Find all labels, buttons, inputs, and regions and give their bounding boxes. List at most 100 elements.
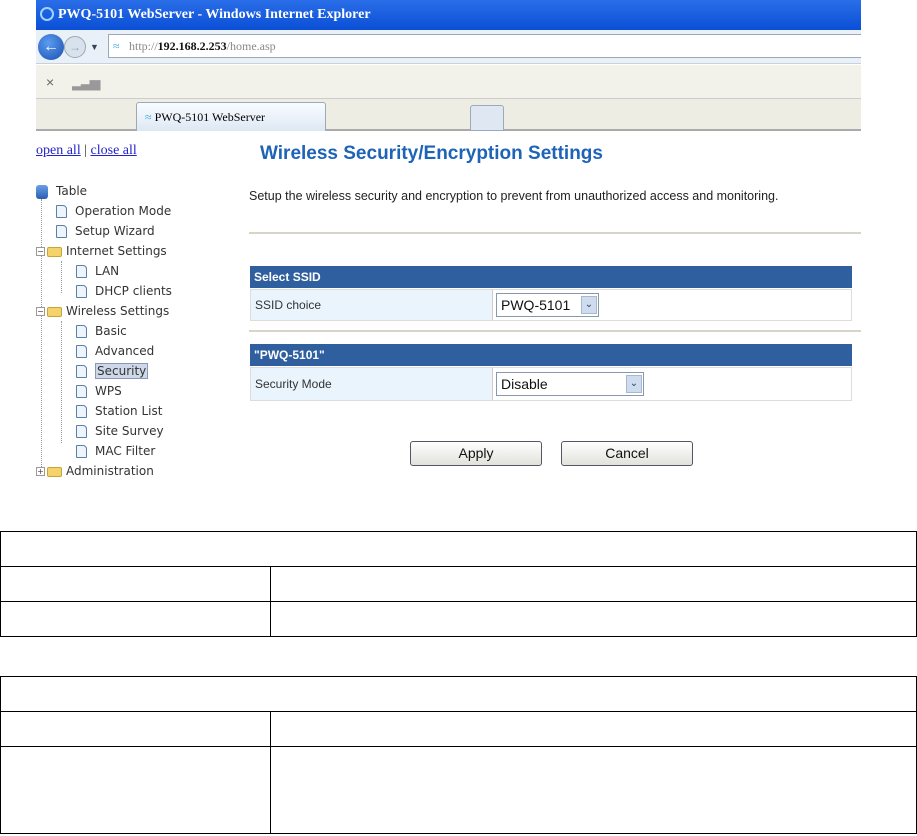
sidebar-item-wireless-settings[interactable]: − Wireless Settings bbox=[36, 301, 169, 321]
page-icon bbox=[76, 265, 87, 278]
sidebar-item-advanced[interactable]: Advanced bbox=[76, 341, 154, 361]
label: Administration bbox=[66, 464, 154, 478]
command-bar: × ▂▃▅ bbox=[36, 65, 861, 99]
table-cell bbox=[0, 711, 271, 747]
collapse-icon[interactable]: − bbox=[36, 247, 45, 256]
chevron-down-icon: ⌄ bbox=[626, 375, 642, 393]
address-path: /home.asp bbox=[226, 39, 276, 53]
sidebar-item-operation-mode[interactable]: Operation Mode bbox=[56, 201, 171, 221]
page-icon bbox=[76, 405, 87, 418]
sidebar-item-setup-wizard[interactable]: Setup Wizard bbox=[56, 221, 155, 241]
tree-root[interactable]: Table bbox=[36, 181, 87, 201]
folder-icon bbox=[47, 306, 62, 317]
label: Wireless Settings bbox=[66, 304, 170, 318]
ssid-choice-select[interactable]: PWQ-5101 ⌄ bbox=[496, 293, 599, 317]
wifi-icon: ≈ bbox=[145, 110, 152, 124]
security-mode-value: Disable bbox=[501, 376, 548, 392]
open-all-link[interactable]: open all bbox=[36, 143, 81, 158]
page-icon bbox=[76, 425, 87, 438]
window-title: PWQ-5101 WebServer - Windows Internet Ex… bbox=[58, 7, 371, 22]
page-title: Wireless Security/Encryption Settings bbox=[260, 143, 603, 164]
label: Station List bbox=[95, 404, 163, 418]
sidebar-item-mac-filter[interactable]: MAC Filter bbox=[76, 441, 155, 461]
browser-screenshot: PWQ-5101 WebServer - Windows Internet Ex… bbox=[36, 0, 861, 486]
collapse-icon[interactable]: − bbox=[36, 307, 45, 316]
page-icon bbox=[76, 325, 87, 338]
table-cell bbox=[0, 746, 271, 834]
sidebar-item-internet-settings[interactable]: − Internet Settings bbox=[36, 241, 167, 261]
ie-logo-icon bbox=[40, 7, 54, 21]
label: LAN bbox=[95, 264, 120, 278]
empty-table-2 bbox=[0, 676, 917, 834]
apply-button[interactable]: Apply bbox=[410, 441, 542, 466]
folder-icon bbox=[47, 246, 62, 257]
ssid-choice-label: SSID choice bbox=[251, 290, 493, 320]
label: Internet Settings bbox=[66, 244, 167, 258]
page-icon bbox=[76, 385, 87, 398]
security-mode-label: Security Mode bbox=[251, 368, 493, 400]
table-cell bbox=[270, 711, 917, 747]
table-cell bbox=[270, 566, 917, 602]
tree-root-label: Table bbox=[56, 184, 88, 198]
forward-arrow-icon[interactable]: → bbox=[64, 36, 86, 58]
table-header-cell bbox=[0, 676, 917, 712]
address-host: 192.168.2.253 bbox=[157, 39, 227, 53]
close-all-link[interactable]: close all bbox=[91, 143, 137, 158]
security-mode-select[interactable]: Disable ⌄ bbox=[496, 372, 644, 396]
page-icon bbox=[56, 205, 67, 218]
sidebar-item-site-survey[interactable]: Site Survey bbox=[76, 421, 164, 441]
label: Setup Wizard bbox=[75, 224, 155, 238]
sidebar-item-basic[interactable]: Basic bbox=[76, 321, 127, 341]
label: Site Survey bbox=[95, 424, 164, 438]
sidebar-item-wps[interactable]: WPS bbox=[76, 381, 122, 401]
select-ssid-header: Select SSID bbox=[250, 266, 852, 288]
empty-table-1 bbox=[0, 531, 917, 637]
label: Advanced bbox=[95, 344, 155, 358]
tab-pwq-webserver[interactable]: ≈ PWQ-5101 WebServer bbox=[136, 102, 326, 131]
computer-icon bbox=[36, 184, 48, 199]
page-icon bbox=[76, 445, 87, 458]
label: MAC Filter bbox=[95, 444, 156, 458]
label: Operation Mode bbox=[75, 204, 172, 218]
tab-bar: ≈ PWQ-5101 WebServer bbox=[36, 99, 861, 131]
stop-button[interactable]: × bbox=[46, 74, 54, 90]
address-prefix: http:// bbox=[129, 39, 158, 53]
back-arrow-icon[interactable]: ← bbox=[38, 34, 64, 60]
ssid-value: PWQ-5101 bbox=[501, 297, 571, 313]
label: WPS bbox=[95, 384, 122, 398]
sidebar-item-dhcp-clients[interactable]: DHCP clients bbox=[76, 281, 172, 301]
tree-controls: open all | close all bbox=[36, 143, 137, 159]
signal-icon: ▂▃▅ bbox=[72, 74, 100, 90]
navigation-bar: ← → ▼ ≈ http://192.168.2.253/home.asp bbox=[36, 30, 861, 64]
table-cell bbox=[0, 601, 271, 637]
ssid-choice-row: SSID choice PWQ-5101 ⌄ bbox=[250, 289, 852, 321]
sidebar-item-security[interactable]: Security bbox=[76, 361, 149, 381]
history-dropdown-icon[interactable]: ▼ bbox=[90, 42, 99, 52]
table-cell bbox=[270, 601, 917, 637]
page-icon bbox=[76, 345, 87, 358]
address-bar[interactable]: ≈ http://192.168.2.253/home.asp bbox=[108, 34, 861, 58]
sidebar-item-lan[interactable]: LAN bbox=[76, 261, 119, 281]
page-icon bbox=[56, 225, 67, 238]
tab-label: PWQ-5101 WebServer bbox=[154, 110, 266, 124]
table-header-cell bbox=[0, 531, 917, 567]
window-title-bar: PWQ-5101 WebServer - Windows Internet Ex… bbox=[36, 0, 861, 30]
security-mode-row: Security Mode Disable ⌄ bbox=[250, 367, 852, 401]
new-tab-button[interactable] bbox=[470, 105, 504, 131]
page-description: Setup the wireless security and encrypti… bbox=[249, 189, 779, 203]
wifi-icon: ≈ bbox=[113, 39, 120, 53]
sidebar-item-station-list[interactable]: Station List bbox=[76, 401, 162, 421]
chevron-down-icon: ⌄ bbox=[581, 296, 597, 314]
expand-icon[interactable]: + bbox=[36, 467, 45, 476]
sidebar-item-administration[interactable]: + Administration bbox=[36, 461, 154, 481]
table-cell bbox=[0, 566, 271, 602]
divider bbox=[249, 330, 861, 332]
divider bbox=[249, 232, 861, 234]
page-icon bbox=[76, 365, 87, 378]
page-icon bbox=[76, 285, 87, 298]
separator: | bbox=[84, 143, 88, 158]
cancel-button[interactable]: Cancel bbox=[561, 441, 693, 466]
folder-icon bbox=[47, 466, 62, 477]
label: DHCP clients bbox=[95, 284, 172, 298]
ssid-security-header: "PWQ-5101" bbox=[250, 344, 852, 366]
